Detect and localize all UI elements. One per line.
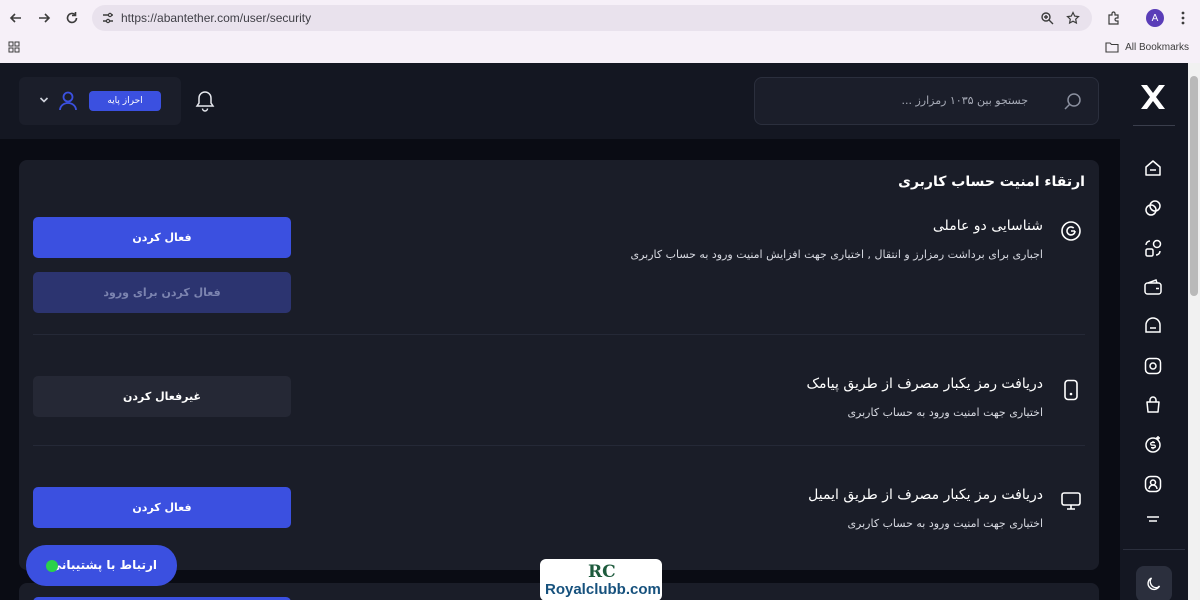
two-factor-title: شناسایی دو عاملی — [932, 218, 1043, 234]
dashboard-icon[interactable] — [1143, 158, 1163, 178]
app: جستجو بین ۱۰۳۵ رمزارز ... احراز پایه ارت… — [0, 63, 1200, 600]
user-menu[interactable]: احراز پایه — [19, 77, 181, 125]
search-input[interactable]: جستجو بین ۱۰۳۵ رمزارز ... — [754, 77, 1099, 125]
shopping-bag-icon[interactable] — [1143, 395, 1163, 415]
watermark-text: Royalclubb.com — [545, 581, 661, 598]
watermark-mark: RC — [588, 562, 616, 582]
section-divider — [33, 445, 1085, 446]
page-scrollbar[interactable] — [1188, 63, 1200, 600]
browser-chrome: https://abantether.com/user/security A A… — [0, 0, 1200, 63]
sms-otp-disable-button[interactable]: غیرفعال کردن — [33, 376, 291, 417]
user-icon — [59, 91, 77, 111]
theme-toggle-button[interactable] — [1136, 566, 1172, 600]
mobile-phone-icon — [1064, 379, 1078, 401]
reload-icon[interactable] — [61, 7, 83, 29]
browser-menu-icon[interactable] — [1172, 7, 1194, 29]
google-authenticator-icon — [1061, 221, 1081, 241]
all-bookmarks[interactable]: All Bookmarks — [1105, 41, 1189, 53]
wallet-icon[interactable] — [1143, 277, 1163, 297]
email-otp-enable-button[interactable]: فعال کردن — [33, 487, 291, 528]
notification-bell-icon[interactable] — [195, 90, 215, 112]
logo-divider — [1133, 125, 1175, 126]
page-title: ارتقاء امنیت حساب کاربری — [898, 174, 1085, 190]
forward-icon[interactable] — [33, 7, 55, 29]
chevron-down-icon[interactable] — [39, 95, 49, 105]
portfolio-icon[interactable] — [1143, 316, 1163, 336]
exchange-icon[interactable] — [1143, 238, 1163, 258]
url-text: https://abantether.com/user/security — [121, 11, 312, 25]
zoom-icon[interactable] — [1040, 11, 1054, 25]
coins-icon[interactable] — [1143, 198, 1163, 218]
monitor-icon — [1061, 492, 1081, 510]
verification-badge[interactable]: احراز پایه — [89, 91, 161, 111]
profile-avatar[interactable]: A — [1146, 9, 1164, 27]
moon-icon — [1147, 577, 1161, 591]
sidebar-divider — [1123, 549, 1185, 550]
watermark-logo: RC Royalclubb.com — [540, 559, 662, 600]
address-bar[interactable]: https://abantether.com/user/security — [92, 5, 1092, 31]
online-status-dot — [46, 560, 58, 572]
folder-icon — [1105, 42, 1119, 53]
two-factor-enable-button[interactable]: فعال کردن — [33, 217, 291, 258]
two-factor-description: اجباری برای برداشت رمزارز و انتقال , اخت… — [630, 248, 1043, 261]
profile-icon[interactable] — [1143, 474, 1163, 494]
security-card: ارتقاء امنیت حساب کاربری شناسایی دو عامل… — [19, 160, 1099, 570]
bookmark-star-icon[interactable] — [1066, 11, 1080, 25]
sms-otp-title: دریافت رمز یکبار مصرف از طریق پیامک — [806, 376, 1043, 392]
section-divider — [33, 334, 1085, 335]
extensions-icon[interactable] — [1102, 7, 1124, 29]
scrollbar-thumb[interactable] — [1190, 76, 1198, 296]
site-settings-icon[interactable] — [100, 10, 116, 26]
support-chat-button[interactable]: ارتباط با پشتیبانی — [26, 545, 177, 586]
two-factor-login-enable-button[interactable]: فعال کردن برای ورود — [33, 272, 291, 313]
browser-toolbar: https://abantether.com/user/security A — [0, 0, 1200, 36]
support-label: ارتباط با پشتیبانی — [49, 558, 157, 572]
back-icon[interactable] — [5, 7, 27, 29]
savings-icon[interactable] — [1143, 356, 1163, 376]
apps-grid-icon[interactable] — [8, 41, 20, 53]
abantether-logo[interactable] — [1139, 83, 1167, 111]
earn-dollar-icon[interactable] — [1143, 434, 1163, 454]
search-icon — [1064, 93, 1081, 110]
bookmarks-bar: All Bookmarks — [0, 36, 1200, 63]
sms-otp-description: اختیاری جهت امنیت ورود به حساب کاربری — [847, 406, 1043, 419]
email-otp-title: دریافت رمز یکبار مصرف از طریق ایمیل — [808, 487, 1043, 503]
more-menu-icon[interactable] — [1143, 515, 1163, 525]
search-placeholder: جستجو بین ۱۰۳۵ رمزارز ... — [901, 94, 1028, 107]
email-otp-description: اختیاری جهت امنیت ورود به حساب کاربری — [847, 517, 1043, 530]
all-bookmarks-label: All Bookmarks — [1125, 41, 1189, 53]
